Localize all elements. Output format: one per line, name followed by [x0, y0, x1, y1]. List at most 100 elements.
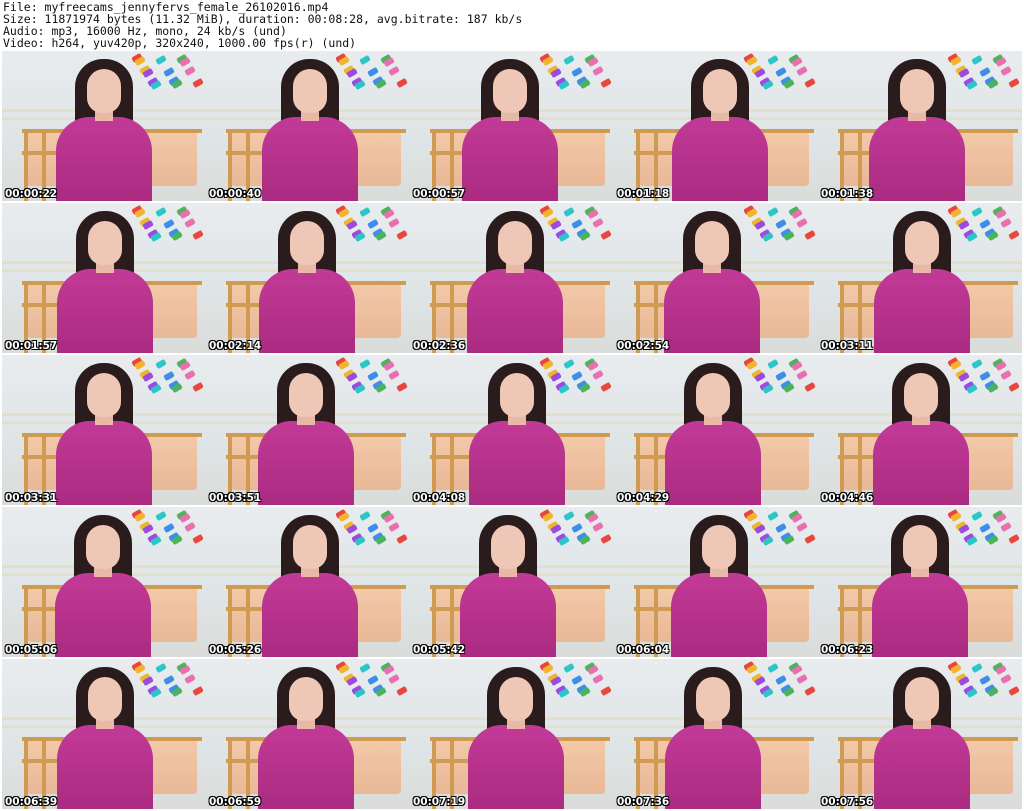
timestamp: 00:04:46 [821, 492, 874, 504]
timestamp: 00:02:36 [413, 340, 466, 352]
video-thumbnail: 00:02:14 [206, 203, 410, 353]
video-line: Video: h264, yuv420p, 320x240, 1000.00 f… [3, 36, 357, 50]
timestamp: 00:06:39 [5, 796, 58, 808]
timestamp: 00:03:11 [821, 340, 874, 352]
pink-dress [467, 269, 563, 353]
timestamp: 00:00:22 [5, 188, 58, 200]
timestamp: 00:00:57 [413, 188, 466, 200]
video-thumbnail: 00:07:19 [410, 659, 614, 809]
face [499, 677, 533, 721]
pink-dress [56, 117, 152, 201]
face [695, 221, 729, 265]
face [87, 69, 121, 113]
face [696, 677, 730, 721]
video-thumbnail: 00:05:26 [206, 507, 410, 657]
video-thumbnail: 00:01:18 [614, 51, 818, 201]
video-thumbnail: 00:01:57 [2, 203, 206, 353]
timestamp: 00:01:18 [617, 188, 670, 200]
video-thumbnail: 00:06:04 [614, 507, 818, 657]
pink-dress [462, 117, 558, 201]
face [88, 677, 122, 721]
face [500, 373, 534, 417]
video-thumbnail: 00:04:46 [818, 355, 1022, 505]
timestamp: 00:03:51 [209, 492, 262, 504]
video-thumbnail: 00:07:56 [818, 659, 1022, 809]
video-thumbnail: 00:03:31 [2, 355, 206, 505]
file-info-header: File: myfreecams_jennyfervs_female_26102… [0, 0, 1024, 50]
timestamp: 00:07:19 [413, 796, 466, 808]
timestamp: 00:06:23 [821, 644, 874, 656]
video-thumbnail: 00:00:40 [206, 51, 410, 201]
pink-dress [57, 725, 153, 809]
pink-dress [869, 117, 965, 201]
pink-dress [665, 421, 761, 505]
face [290, 221, 324, 265]
video-thumbnail: 00:02:54 [614, 203, 818, 353]
timestamp: 00:00:40 [209, 188, 262, 200]
timestamp: 00:01:38 [821, 188, 874, 200]
video-thumbnail: 00:06:23 [818, 507, 1022, 657]
timestamp: 00:05:26 [209, 644, 262, 656]
face [905, 677, 939, 721]
video-thumbnail: 00:05:42 [410, 507, 614, 657]
timestamp: 00:02:14 [209, 340, 262, 352]
timestamp: 00:03:31 [5, 492, 58, 504]
timestamp: 00:04:08 [413, 492, 466, 504]
pink-dress [874, 269, 970, 353]
pink-dress [672, 117, 768, 201]
pink-dress [460, 573, 556, 657]
timestamp: 00:05:42 [413, 644, 466, 656]
video-thumbnail: 00:00:22 [2, 51, 206, 201]
face [702, 525, 736, 569]
pink-dress [56, 421, 152, 505]
face [703, 69, 737, 113]
face [289, 677, 323, 721]
pink-dress [468, 725, 564, 809]
face [903, 525, 937, 569]
video-thumbnail: 00:00:57 [410, 51, 614, 201]
video-thumbnail: 00:03:51 [206, 355, 410, 505]
pink-dress [262, 573, 358, 657]
video-thumbnail: 00:04:08 [410, 355, 614, 505]
face [88, 221, 122, 265]
pink-dress [262, 117, 358, 201]
video-thumbnail: 00:02:36 [410, 203, 614, 353]
pink-dress [873, 421, 969, 505]
face [293, 69, 327, 113]
face [905, 221, 939, 265]
pink-dress [258, 725, 354, 809]
pink-dress [664, 269, 760, 353]
timestamp: 00:02:54 [617, 340, 670, 352]
timestamp: 00:07:36 [617, 796, 670, 808]
video-thumbnail: 00:06:59 [206, 659, 410, 809]
video-thumbnail: 00:01:38 [818, 51, 1022, 201]
video-thumbnail: 00:06:39 [2, 659, 206, 809]
pink-dress [665, 725, 761, 809]
pink-dress [469, 421, 565, 505]
face [289, 373, 323, 417]
face [86, 525, 120, 569]
timestamp: 00:04:29 [617, 492, 670, 504]
face [498, 221, 532, 265]
timestamp: 00:07:56 [821, 796, 874, 808]
video-thumbnail: 00:03:11 [818, 203, 1022, 353]
pink-dress [671, 573, 767, 657]
timestamp: 00:01:57 [5, 340, 58, 352]
pink-dress [872, 573, 968, 657]
pink-dress [874, 725, 970, 809]
face [493, 69, 527, 113]
video-thumbnail: 00:04:29 [614, 355, 818, 505]
video-thumbnail: 00:05:06 [2, 507, 206, 657]
video-thumbnail: 00:07:36 [614, 659, 818, 809]
face [904, 373, 938, 417]
face [696, 373, 730, 417]
timestamp: 00:06:04 [617, 644, 670, 656]
face [491, 525, 525, 569]
pink-dress [55, 573, 151, 657]
pink-dress [258, 421, 354, 505]
timestamp: 00:05:06 [5, 644, 58, 656]
pink-dress [259, 269, 355, 353]
pink-dress [57, 269, 153, 353]
face [900, 69, 934, 113]
face [293, 525, 327, 569]
